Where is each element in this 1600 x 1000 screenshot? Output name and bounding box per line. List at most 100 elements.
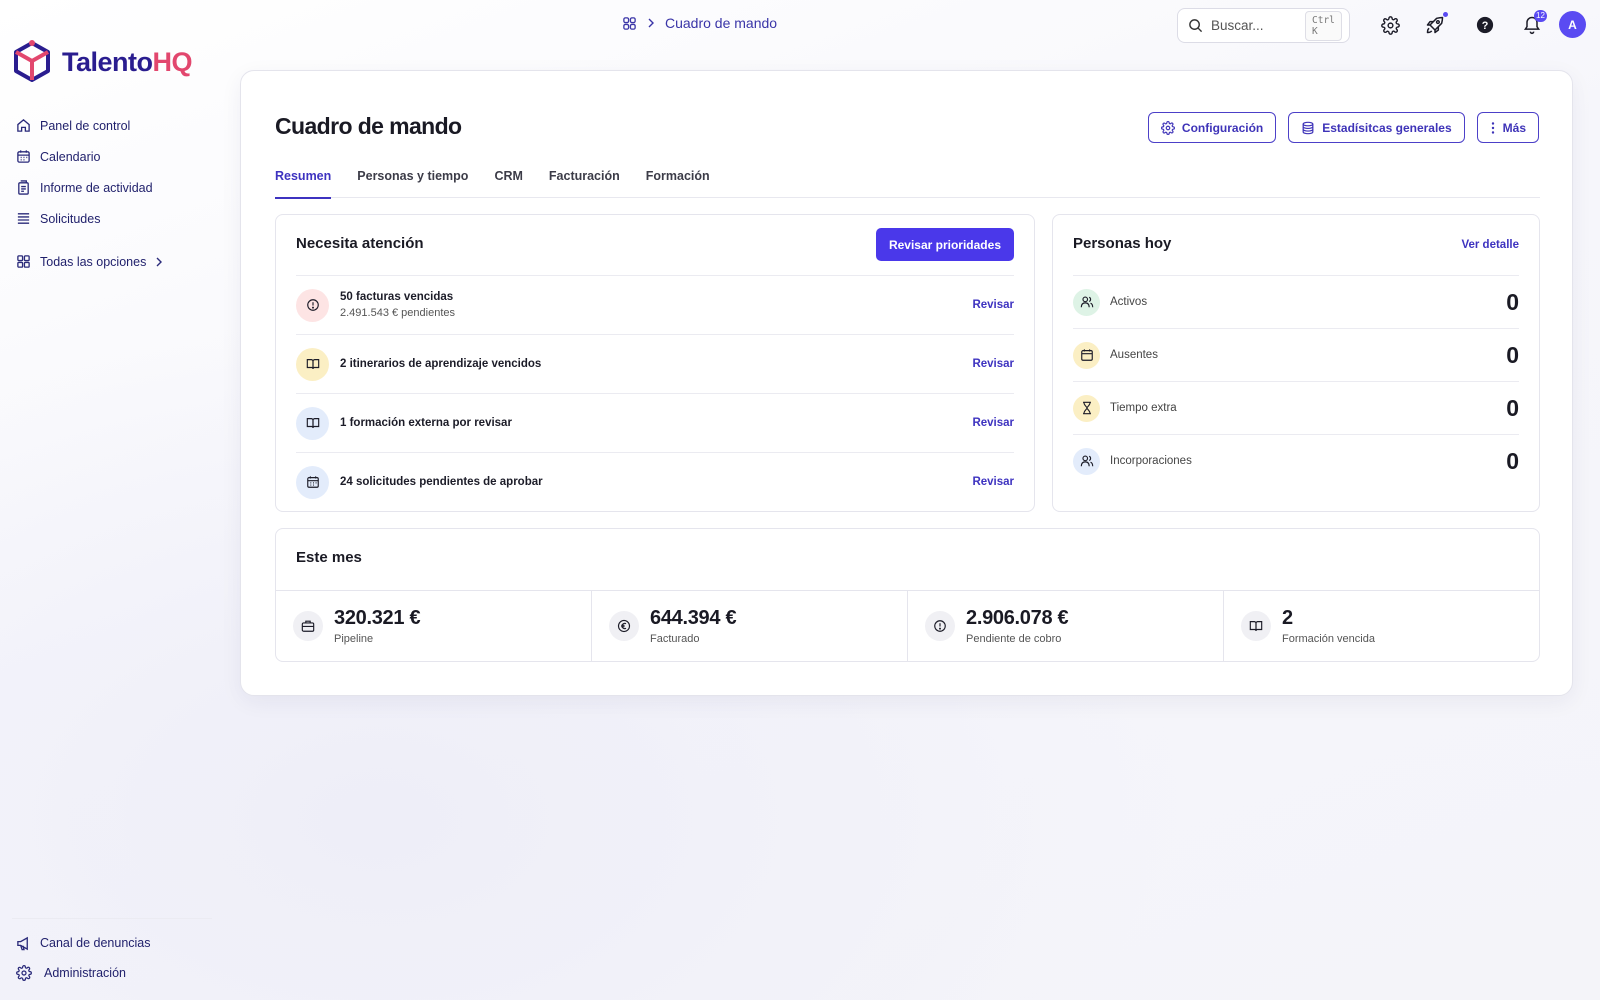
calendar-icon (16, 149, 31, 164)
rocket-icon[interactable] (1424, 14, 1446, 36)
sidebar-nav: Panel de control Calendario Informe de a… (16, 110, 163, 277)
breadcrumb: Cuadro de mando (622, 15, 777, 31)
users-icon (1073, 288, 1100, 316)
search-box[interactable]: Ctrl K (1177, 8, 1350, 43)
people-list: Activos 0 Ausentes 0 Tiempo extra 0 Inco… (1073, 275, 1519, 487)
people-today-panel: Personas hoy Ver detalle Activos 0 Ausen… (1052, 214, 1540, 512)
euro-icon (609, 611, 639, 641)
review-priorities-button[interactable]: Revisar prioridades (875, 228, 1014, 261)
sidebar-item-canal-denuncias[interactable]: Canal de denuncias (16, 928, 151, 958)
sidebar-item-todas-opciones[interactable]: Todas las opciones (16, 246, 163, 277)
stat-label: Facturado (650, 633, 700, 645)
stat-formacion-vencida: 2 Formación vencida (1224, 591, 1539, 661)
avatar[interactable]: A (1559, 11, 1586, 38)
tab-bar: Resumen Personas y tiempo CRM Facturació… (275, 165, 1540, 199)
attention-list: 50 facturas vencidas 2.491.543 € pendien… (296, 275, 1014, 511)
stat-label: Pendiente de cobro (966, 633, 1062, 645)
report-icon (16, 180, 31, 195)
sidebar-item-label: Calendario (40, 149, 101, 164)
attention-item-title: 50 facturas vencidas (340, 291, 454, 303)
sidebar-item-label: Informe de actividad (40, 180, 153, 195)
general-stats-button[interactable]: Estadísitcas generales (1288, 112, 1465, 143)
tab-personas-tiempo[interactable]: Personas y tiempo (357, 165, 468, 198)
sidebar-item-label: Panel de control (40, 118, 131, 133)
people-row-value: 0 (1506, 447, 1519, 474)
stat-label: Formación vencida (1282, 633, 1375, 645)
hourglass-icon (1073, 394, 1100, 422)
rocket-notification-dot (1443, 12, 1448, 17)
gear-icon (1160, 120, 1175, 135)
more-button-label: Más (1502, 120, 1526, 135)
review-link[interactable]: Revisar (972, 417, 1014, 429)
sidebar-item-label: Solicitudes (40, 211, 101, 226)
stat-value: 2 (1282, 607, 1293, 629)
tab-crm[interactable]: CRM (494, 165, 522, 198)
brand-logo[interactable]: TalentoHQ (12, 40, 192, 84)
list-item: 24 solicitudes pendientes de aprobar Rev… (296, 452, 1014, 511)
stat-facturado: 644.394 € Facturado (592, 591, 908, 661)
configuration-button[interactable]: Configuración (1147, 112, 1277, 143)
review-link[interactable]: Revisar (972, 299, 1014, 311)
breadcrumb-current: Cuadro de mando (665, 15, 778, 31)
logo-cube-icon (12, 40, 52, 84)
people-row-label: Activos (1110, 296, 1148, 308)
sidebar-item-administracion[interactable]: Administración (16, 958, 151, 988)
stat-label: Pipeline (334, 633, 374, 645)
sidebar-item-label: Canal de denuncias (40, 936, 151, 950)
grid-icon (16, 254, 31, 269)
megaphone-icon (16, 936, 31, 951)
tab-facturacion[interactable]: Facturación (549, 165, 620, 198)
people-row-label: Tiempo extra (1110, 402, 1177, 414)
configuration-button-label: Configuración (1181, 120, 1264, 135)
stat-value: 644.394 € (650, 607, 737, 629)
this-month-stats: 320.321 € Pipeline 644.394 € Facturado 2… (276, 590, 1539, 661)
tab-resumen[interactable]: Resumen (275, 165, 332, 199)
attention-item-detail: 2.491.543 € pendientes (340, 307, 455, 319)
stat-pendiente-cobro: 2.906.078 € Pendiente de cobro (908, 591, 1224, 661)
stat-value: 2.906.078 € (966, 607, 1069, 629)
chevron-right-icon (155, 257, 163, 267)
list-item: 2 itinerarios de aprendizaje vencidos Re… (296, 334, 1014, 393)
sidebar-item-calendario[interactable]: Calendario (16, 141, 163, 172)
review-link[interactable]: Revisar (972, 358, 1014, 370)
this-month-panel: Este mes 320.321 € Pipeline 644.394 € Fa… (275, 528, 1540, 662)
view-detail-link[interactable]: Ver detalle (1461, 239, 1519, 251)
help-icon[interactable]: ? (1474, 14, 1496, 36)
people-row-label: Incorporaciones (1110, 455, 1192, 467)
sidebar: TalentoHQ Panel de control Calendario In… (0, 0, 220, 1000)
svg-text:?: ? (1482, 20, 1489, 32)
people-today-title: Personas hoy (1073, 235, 1172, 252)
review-link[interactable]: Revisar (972, 476, 1014, 488)
header-actions: Configuración Estadísitcas generales Más (1147, 112, 1539, 143)
attention-item-title: 2 itinerarios de aprendizaje vencidos (340, 358, 542, 370)
sidebar-item-panel[interactable]: Panel de control (16, 110, 163, 141)
sidebar-item-informe[interactable]: Informe de actividad (16, 172, 163, 203)
sidebar-item-label: Todas las opciones (40, 254, 147, 269)
stat-value: 320.321 € (334, 607, 421, 629)
list-item: 1 formación externa por revisar Revisar (296, 393, 1014, 452)
settings-gear-icon[interactable] (1379, 14, 1401, 36)
tab-formacion[interactable]: Formación (646, 165, 710, 198)
sidebar-item-solicitudes[interactable]: Solicitudes (16, 203, 163, 234)
sidebar-divider (12, 918, 212, 919)
attention-item-title: 24 solicitudes pendientes de aprobar (340, 476, 543, 488)
book-icon (296, 347, 329, 381)
book-icon (296, 406, 329, 440)
search-shortcut: Ctrl K (1305, 10, 1342, 41)
attention-item-title: 1 formación externa por revisar (340, 417, 512, 429)
home-icon (16, 118, 31, 133)
chevron-right-icon (647, 18, 655, 28)
general-stats-button-label: Estadísitcas generales (1322, 120, 1452, 135)
search-input[interactable] (1211, 18, 1297, 33)
list-item: Incorporaciones 0 (1073, 434, 1519, 487)
gear-icon (16, 965, 32, 981)
users-icon (1073, 447, 1100, 475)
apps-grid-icon[interactable] (622, 16, 637, 31)
notification-count-badge: 12 (1534, 10, 1547, 22)
calendar-icon (1073, 341, 1100, 369)
people-row-label: Ausentes (1110, 349, 1158, 361)
dashboard-card: Cuadro de mando Configuración Estadísitc… (240, 70, 1573, 696)
alert-icon (925, 611, 955, 641)
more-button[interactable]: Más (1476, 112, 1539, 143)
